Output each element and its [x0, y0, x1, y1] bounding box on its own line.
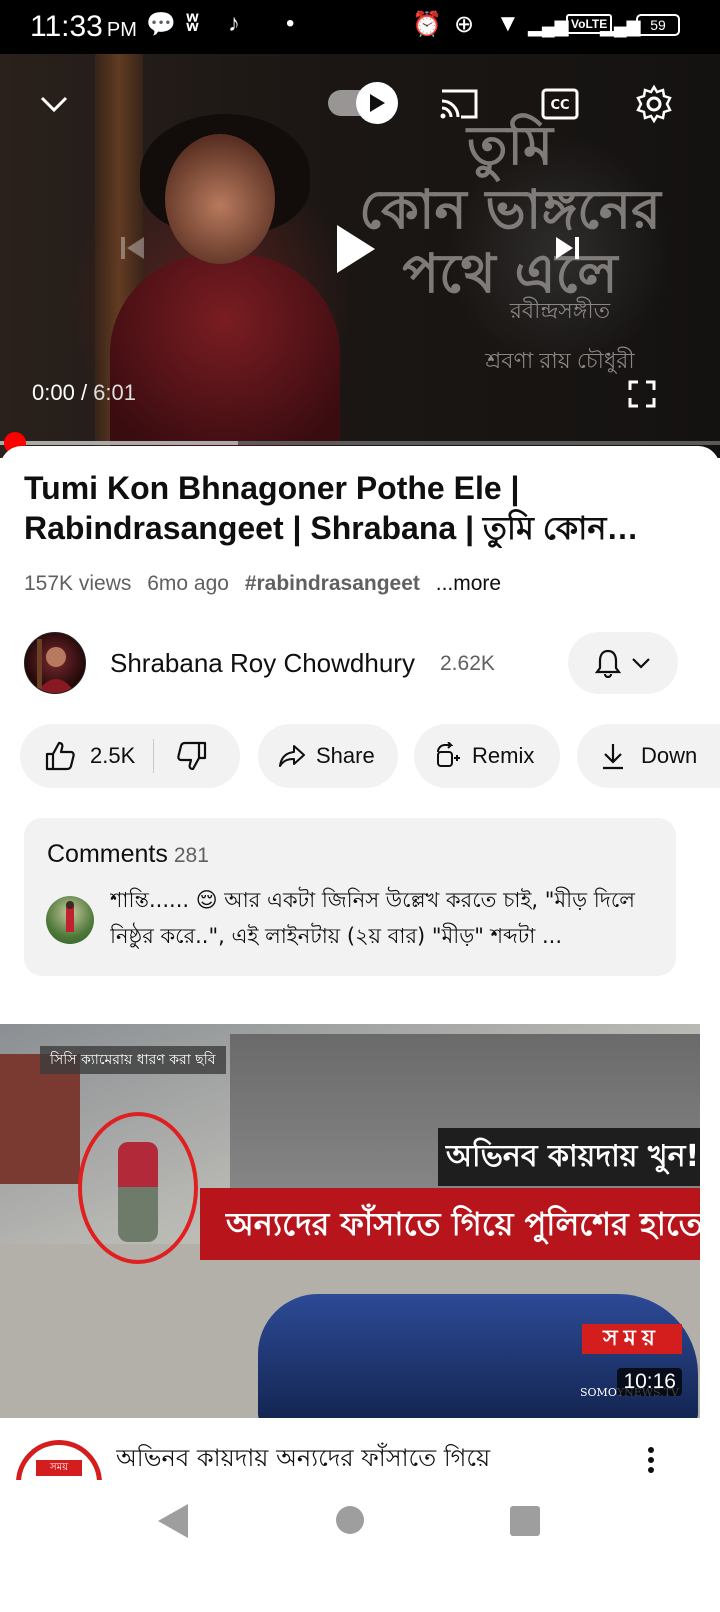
more-link[interactable]: ...more: [436, 572, 501, 595]
singer-face-image: [165, 134, 275, 264]
more-options-icon[interactable]: [634, 1440, 668, 1480]
like-dislike-pill: 2.5K: [20, 724, 240, 788]
wifi-icon: ▼: [496, 10, 520, 37]
share-label: Share: [316, 743, 375, 768]
channel-name[interactable]: Shrabana Roy Chowdhury: [110, 648, 415, 679]
remix-icon: [437, 742, 460, 767]
remix-label: Remix: [472, 743, 535, 768]
thumb-car: [258, 1294, 698, 1418]
play-icon[interactable]: [320, 214, 390, 284]
cast-icon[interactable]: [438, 84, 480, 124]
next-track-icon[interactable]: [550, 230, 586, 266]
view-count: 157K views: [24, 572, 132, 595]
thumb-building: [230, 1034, 700, 1214]
chat-bubble-icon: 💬: [146, 11, 176, 38]
download-icon: [603, 744, 623, 770]
status-bar: 11:33 PM 💬 ʬ ♪ • ⏰ ⊕ ▼ ▂▄▆ VoLTE ▂▄▆ 59: [0, 0, 720, 54]
recents-icon[interactable]: [510, 1506, 540, 1536]
next-video-thumbnail[interactable]: সিসি ক্যামেরায় ধারণ করা ছবি অভিনব কায়দ…: [0, 1024, 700, 1418]
share-icon: [279, 745, 305, 767]
remix-button[interactable]: Remix: [414, 724, 560, 788]
channel-avatar[interactable]: [24, 632, 86, 694]
comments-header: Comments 281: [47, 840, 209, 868]
notification-bell-button[interactable]: [568, 632, 678, 694]
channel-logo-text: সময়: [36, 1460, 82, 1476]
commenter-avatar: [46, 896, 94, 944]
like-icon[interactable]: [44, 740, 76, 772]
video-art-subtitle: রবীন্দ্রসঙ্গীত: [509, 298, 611, 323]
battery-indicator: 59: [636, 14, 680, 36]
like-count[interactable]: 2.5K: [90, 743, 135, 769]
thumb-highlight-circle: [78, 1112, 198, 1264]
playback-time: 0:00 / 6:01: [32, 380, 136, 405]
fullscreen-icon[interactable]: [626, 378, 658, 410]
system-navigation-bar: [0, 1484, 720, 1612]
video-art-artist: শ্রবণা রায় চৌধুরী: [485, 348, 635, 373]
thumb-channel-brand: সময়: [582, 1324, 682, 1354]
comments-count: 281: [173, 844, 209, 867]
previous-track-icon[interactable]: [114, 230, 150, 266]
status-time: 11:33 PM: [30, 10, 137, 43]
minimize-chevron-icon[interactable]: [34, 84, 74, 124]
tiktok-icon: ♪: [228, 10, 240, 37]
video-meta[interactable]: 157K views 6mo ago #rabindrasangeet ...m…: [24, 572, 511, 596]
data-saver-icon: ⊕: [454, 11, 475, 38]
share-button[interactable]: Share: [258, 724, 398, 788]
seek-bar[interactable]: [0, 432, 720, 454]
next-video-channel-logo[interactable]: সময়: [16, 1440, 102, 1480]
video-player[interactable]: তুমি কোন ভাঙ্গনের পথে এলে রবীন্দ্রসঙ্গীত…: [0, 54, 720, 458]
bell-icon: [595, 649, 621, 678]
back-icon[interactable]: [158, 1504, 188, 1538]
signal-icon: ▂▄▆: [528, 16, 569, 36]
chevron-down-icon: [632, 658, 650, 669]
download-label: Down: [641, 743, 698, 768]
subscriber-count: 2.62K: [440, 652, 495, 675]
dislike-icon[interactable]: [176, 740, 208, 772]
video-title[interactable]: Tumi Kon Bhnagoner Pothe Ele | Rabindras…: [24, 468, 696, 548]
singer-body-image: [110, 254, 340, 458]
thumb-headline-top: অভিনব কায়দায় খুন!: [438, 1128, 700, 1186]
hashtag-link[interactable]: #rabindrasangeet: [245, 572, 420, 595]
action-bar: 2.5K Share Remix Down: [20, 724, 720, 788]
svg-text:CC: CC: [550, 98, 569, 113]
buffer-bar: [0, 441, 238, 445]
dot-icon: •: [286, 10, 295, 37]
settings-gear-icon[interactable]: [632, 82, 676, 126]
top-comment-text: শান্তি...... 😌 আর একটা জিনিস উল্লেখ করতে…: [110, 888, 635, 948]
upload-age: 6mo ago: [147, 572, 229, 595]
signal-icon-2: ▂▄▆: [600, 16, 641, 36]
wave-icon: ʬ: [186, 10, 199, 37]
comments-section[interactable]: Comments 281 শান্তি...... 😌 আর একটা জিনিস…: [24, 818, 676, 976]
video-duration-badge: 10:16: [617, 1368, 682, 1396]
home-icon[interactable]: [336, 1506, 364, 1534]
next-video-title[interactable]: অভিনব কায়দায় অন্যদের ফাঁসাতে গিয়ে: [116, 1440, 626, 1476]
autoplay-play-icon[interactable]: [356, 82, 398, 124]
thumb-cctv-label: সিসি ক্যামেরায় ধারণ করা ছবি: [40, 1046, 226, 1074]
like-divider: [153, 739, 155, 773]
alarm-icon: ⏰: [412, 11, 442, 38]
download-button[interactable]: Down: [577, 724, 720, 788]
thumb-headline-bottom: অন্যদের ফাঁসাতে গিয়ে পুলিশের হাতে ধরা: [200, 1188, 700, 1260]
captions-icon[interactable]: CC: [540, 84, 580, 124]
